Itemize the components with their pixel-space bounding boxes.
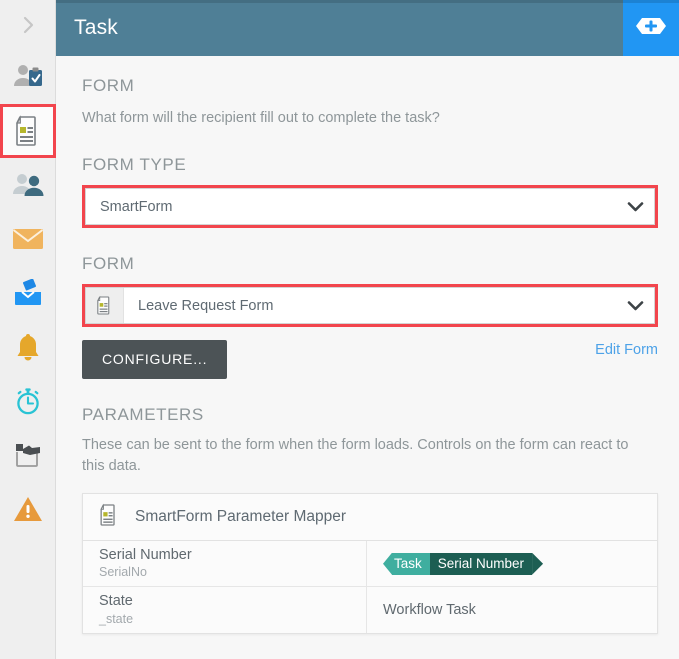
parameters-heading: PARAMETERS	[82, 405, 204, 425]
form-value: Leave Request Form	[138, 297, 274, 314]
chevron-down-icon[interactable]	[616, 300, 654, 312]
document-form-icon	[86, 288, 124, 324]
parameter-mapper-title: SmartForm Parameter Mapper	[135, 508, 347, 526]
sidebar-item-timer[interactable]	[0, 374, 56, 428]
form-type-value: SmartForm	[100, 198, 173, 215]
table-row[interactable]: Serial Number SerialNo Task Serial Numbe…	[83, 541, 657, 588]
parameter-subtitle: _state	[99, 611, 134, 626]
title-bar: Task	[56, 0, 679, 56]
sidebar-item-group-task[interactable]	[0, 158, 56, 212]
form-type-label: FORM TYPE	[82, 155, 187, 175]
chip-notch	[383, 552, 392, 575]
sidebar-item-email[interactable]	[0, 212, 56, 266]
form-select[interactable]: Leave Request Form	[85, 287, 655, 325]
form-type-select[interactable]: SmartForm	[85, 188, 655, 226]
sidebar	[0, 0, 56, 659]
sidebar-item-exception[interactable]	[0, 482, 56, 536]
two-people-icon	[11, 171, 45, 199]
add-node-button[interactable]	[623, 0, 679, 56]
parameter-value-cell: Workflow Task	[383, 602, 476, 619]
form-actions-row: CONFIGURE... Edit Form	[82, 340, 658, 380]
token-chip[interactable]: Task Serial Number	[383, 552, 544, 575]
parameter-value-cell: Task Serial Number	[367, 541, 657, 586]
sidebar-expand-toggle[interactable]	[0, 0, 56, 50]
document-form-icon	[99, 503, 119, 532]
parameter-key-cell: Serial Number SerialNo	[83, 541, 367, 587]
warning-triangle-icon	[12, 495, 44, 523]
sidebar-item-publish[interactable]	[0, 266, 56, 320]
table-row[interactable]: State _state Workflow Task	[83, 587, 657, 633]
inbox-tray-icon	[13, 279, 43, 307]
parameters-description: These can be sent to the form when the f…	[82, 437, 629, 475]
chevron-right-icon	[17, 14, 39, 36]
sidebar-item-task[interactable]	[0, 104, 56, 158]
chip-scope: Task	[392, 552, 430, 575]
page-title: Task	[74, 16, 118, 39]
form-field-highlight: Leave Request Form	[82, 284, 658, 328]
parameter-title: Serial Number	[99, 547, 192, 564]
chip-arrow	[532, 552, 544, 575]
hand-box-icon	[12, 440, 44, 470]
form-section-heading: FORM	[82, 76, 135, 95]
sidebar-item-manual-action[interactable]	[0, 428, 56, 482]
title-bar-shadow	[56, 0, 679, 3]
main-panel: Task FORM What form will the recipient f…	[56, 0, 679, 659]
parameter-key-cell: State _state	[83, 587, 367, 633]
bell-icon	[14, 332, 42, 362]
parameter-mapper-header: SmartForm Parameter Mapper	[83, 494, 657, 542]
configure-button[interactable]: CONFIGURE...	[82, 340, 228, 380]
chip-field: Serial Number	[429, 552, 533, 575]
parameter-title: State	[99, 593, 133, 610]
app-window: Task FORM What form will the recipient f…	[0, 0, 679, 659]
parameter-subtitle: SerialNo	[99, 565, 147, 580]
parameter-mapper-panel: SmartForm Parameter Mapper Serial Number…	[82, 493, 658, 634]
form-type-highlight: SmartForm	[82, 185, 658, 229]
envelope-icon	[12, 227, 44, 251]
stopwatch-icon	[13, 386, 43, 416]
sidebar-item-approval[interactable]	[0, 50, 56, 104]
sidebar-item-notification[interactable]	[0, 320, 56, 374]
chevron-down-icon[interactable]	[616, 201, 654, 213]
form-field-label: FORM	[82, 254, 135, 274]
person-clipboard-icon	[12, 62, 44, 92]
content-area: FORM What form will the recipient fill o…	[56, 56, 679, 634]
document-form-icon	[14, 115, 42, 147]
edit-form-link[interactable]: Edit Form	[595, 340, 658, 358]
add-node-icon	[634, 14, 668, 43]
form-section-description: What form will the recipient fill out to…	[82, 110, 440, 126]
